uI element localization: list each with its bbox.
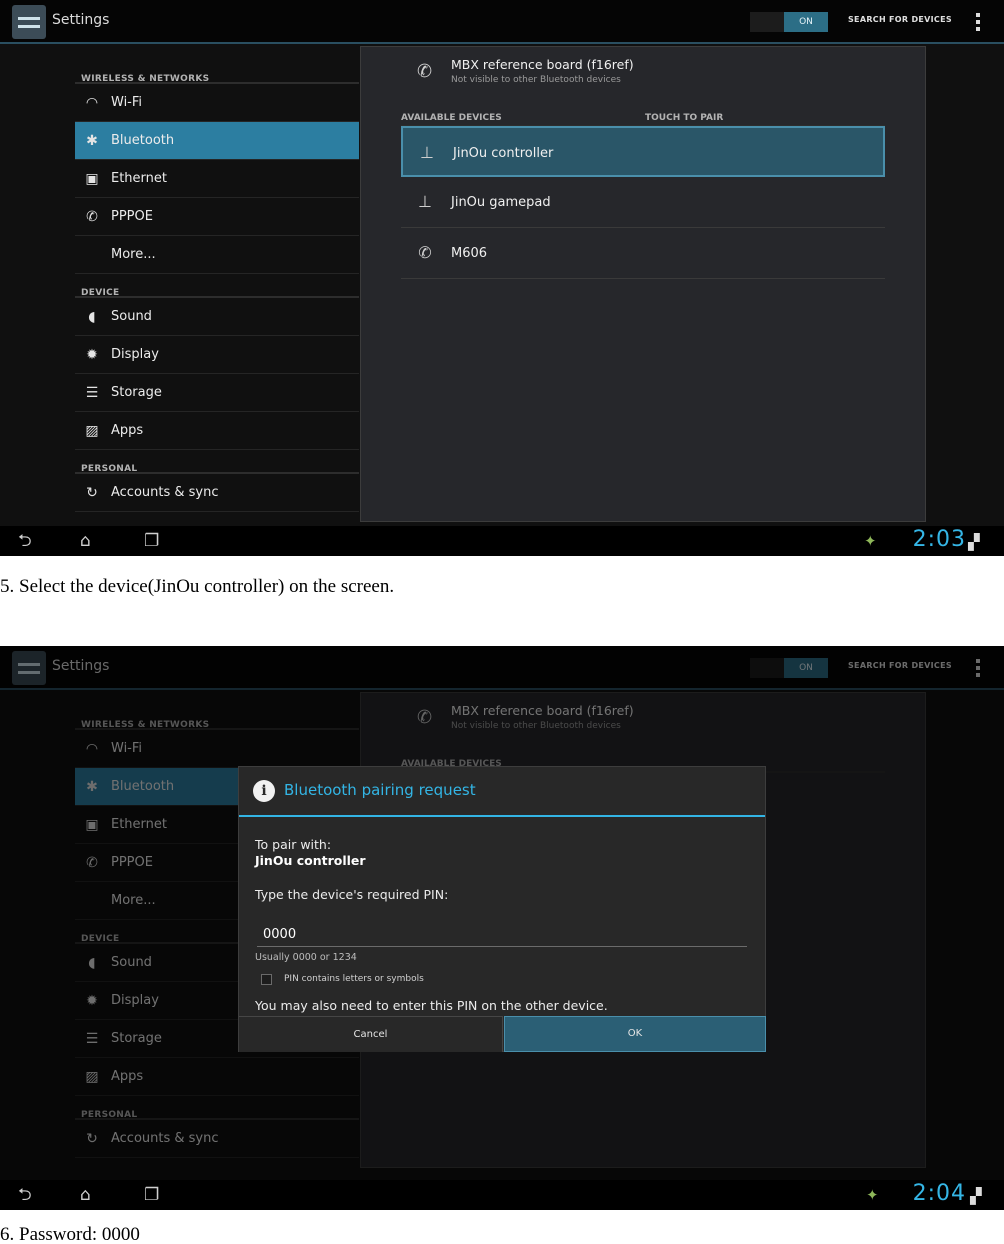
input-device-icon: ⊥ <box>420 143 434 162</box>
wifi-icon: ◠ <box>85 95 99 111</box>
home-icon[interactable]: ⌂ <box>80 1185 91 1205</box>
device-item-jinou-controller[interactable]: ⊥ JinOu controller <box>401 126 885 177</box>
sidebar-item-ethernet[interactable]: ▣Ethernet <box>75 160 359 198</box>
local-device-header[interactable]: MBX reference board (f16ref) Not visible… <box>451 57 634 85</box>
sidebar-item-bluetooth[interactable]: ✱Bluetooth <box>75 122 359 160</box>
status-clock: 2:03 <box>912 527 966 552</box>
bluetooth-icon: ✱ <box>86 133 98 149</box>
speaker-icon: ◖ <box>88 309 96 325</box>
settings-app-icon[interactable] <box>12 5 46 39</box>
action-bar: Settings ON SEARCH FOR DEVICES <box>0 0 1004 44</box>
phone-icon: ✆ <box>86 209 98 225</box>
system-nav-bar: ⮌ ⌂ ❐ ✦ 2:04 ▞ <box>0 1180 1004 1210</box>
sidebar-item-sound[interactable]: ◖Sound <box>75 298 359 336</box>
pin-letters-checkbox[interactable] <box>261 974 272 985</box>
recent-apps-icon[interactable]: ❐ <box>144 1185 159 1205</box>
sidebar-item-apps[interactable]: ▨Apps <box>75 412 359 450</box>
back-icon[interactable]: ⮌ <box>18 531 32 551</box>
bluetooth-pairing-dialog: i Bluetooth pairing request To pair with… <box>238 766 766 1052</box>
dialog-title: Bluetooth pairing request <box>284 781 476 799</box>
storage-icon: ☰ <box>85 385 99 401</box>
pin-input[interactable] <box>257 923 747 947</box>
android-debug-icon: ✦ <box>864 532 877 550</box>
android-debug-icon: ✦ <box>866 1186 879 1204</box>
available-devices-header: AVAILABLE DEVICES TOUCH TO PAIR <box>401 113 885 127</box>
local-device-name: MBX reference board (f16ref) <box>451 57 634 72</box>
settings-sidebar: WIRELESS & NETWORKS ◠Wi-Fi ✱Bluetooth ▣E… <box>75 48 359 512</box>
caption-step5: 5. Select the device(JinOu controller) o… <box>0 576 395 597</box>
bluetooth-toggle[interactable]: ON <box>750 12 828 32</box>
cancel-button[interactable]: Cancel <box>239 1016 503 1052</box>
apps-icon: ▨ <box>85 423 99 439</box>
app-title: Settings <box>52 12 110 28</box>
dialog-header: i Bluetooth pairing request <box>239 767 765 817</box>
category-wireless: WIRELESS & NETWORKS <box>75 48 359 84</box>
system-nav-bar: ⮌ ⌂ ❐ ✦ 2:03 ▞ <box>0 526 1004 556</box>
category-device: DEVICE <box>75 274 359 298</box>
search-for-devices-button[interactable]: SEARCH FOR DEVICES <box>848 15 952 24</box>
back-icon[interactable]: ⮌ <box>18 1185 32 1205</box>
info-icon: i <box>253 780 275 802</box>
network-icon: ▞ <box>968 533 980 551</box>
bluetooth-detail-pane: ✆ MBX reference board (f16ref) Not visib… <box>360 46 926 522</box>
sidebar-item-wifi[interactable]: ◠Wi-Fi <box>75 84 359 122</box>
sidebar-item-storage[interactable]: ☰Storage <box>75 374 359 412</box>
ok-button[interactable]: OK <box>504 1016 766 1052</box>
sidebar-item-accounts[interactable]: ↻Accounts & sync <box>75 474 359 512</box>
overflow-menu-icon[interactable] <box>976 13 980 31</box>
pin-hint: Usually 0000 or 1234 <box>255 952 357 963</box>
brightness-icon: ✹ <box>86 347 98 363</box>
toggle-on-label: ON <box>784 12 828 32</box>
screenshot-step5: Settings ON SEARCH FOR DEVICES WIRELESS … <box>0 0 1004 556</box>
device-item-m606[interactable]: ✆ M606 <box>401 228 885 279</box>
sidebar-item-pppoe[interactable]: ✆PPPOE <box>75 198 359 236</box>
network-icon: ▞ <box>970 1187 982 1205</box>
category-personal: PERSONAL <box>75 450 359 474</box>
caption-step6: 6. Password: 0000 <box>0 1224 140 1244</box>
pin-note: You may also need to enter this PIN on t… <box>255 998 608 1013</box>
touch-to-pair-label: TOUCH TO PAIR <box>645 113 724 123</box>
pin-letters-label: PIN contains letters or symbols <box>284 974 424 984</box>
recent-apps-icon[interactable]: ❐ <box>144 531 159 551</box>
sidebar-item-display[interactable]: ✹Display <box>75 336 359 374</box>
pair-with-label: To pair with: <box>255 837 332 852</box>
screenshot-step6: Settings ON SEARCH FOR DEVICES WIRELESS … <box>0 646 1004 1210</box>
pair-device-name: JinOu controller <box>255 853 366 868</box>
sidebar-item-more[interactable]: More... <box>75 236 359 274</box>
input-device-icon: ⊥ <box>418 192 432 211</box>
phone-icon: ✆ <box>418 243 432 262</box>
pin-prompt: Type the device's required PIN: <box>255 887 449 902</box>
device-item-jinou-gamepad[interactable]: ⊥ JinOu gamepad <box>401 177 885 228</box>
phone-icon: ✆ <box>417 61 433 82</box>
home-icon[interactable]: ⌂ <box>80 531 91 551</box>
local-device-status: Not visible to other Bluetooth devices <box>451 75 621 85</box>
ethernet-icon: ▣ <box>85 171 99 187</box>
sync-icon: ↻ <box>86 485 98 501</box>
status-clock: 2:04 <box>912 1181 966 1206</box>
